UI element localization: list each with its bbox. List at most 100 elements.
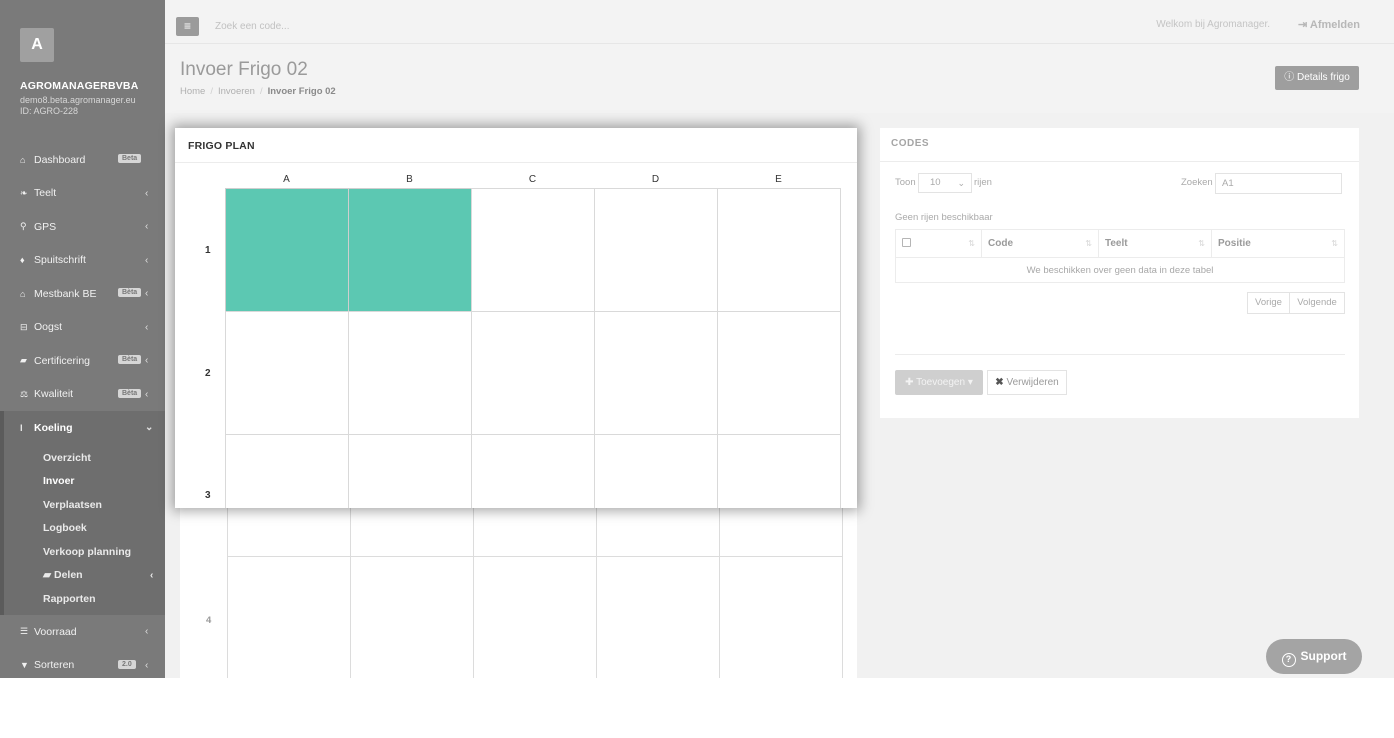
column-label-b: B — [406, 174, 413, 185]
avatar[interactable]: A — [20, 28, 54, 62]
breadcrumb-invoeren[interactable]: Invoeren — [218, 86, 255, 97]
filter-icon: ▼ — [20, 660, 29, 671]
column-header-label: Positie — [1218, 238, 1251, 249]
sort-icon: ⇅ — [1085, 239, 1092, 248]
chevron-left-icon: ‹ — [145, 626, 149, 637]
row-label-3: 3 — [205, 490, 211, 501]
frigo-cell-3c[interactable] — [471, 434, 595, 508]
submenu-item-verplaatsen[interactable]: Verplaatsen — [0, 494, 165, 518]
caret-down-icon: ▾ — [965, 377, 973, 388]
menu-toggle-button[interactable]: ≡ — [176, 17, 199, 36]
column-header-label: Code — [988, 238, 1013, 249]
frigo-cell-1b[interactable] — [348, 188, 472, 312]
submenu-item-invoer[interactable]: Invoer — [0, 470, 165, 494]
breadcrumb: Home / Invoeren / Invoer Frigo 02 — [180, 86, 336, 97]
frigo-cell-1e[interactable] — [717, 188, 841, 312]
support-button[interactable]: ? Support — [1266, 639, 1362, 674]
column-header-code[interactable]: Code ⇅ — [981, 229, 1099, 258]
info-icon: ⓘ — [1284, 72, 1297, 83]
frigo-plan-modal: FRIGO PLAN A B C D E 1 2 3 — [175, 128, 857, 508]
grid-line — [473, 508, 474, 678]
column-header-positie[interactable]: Positie ⇅ — [1211, 229, 1345, 258]
plus-icon: ✚ — [905, 377, 917, 388]
frigo-cell-2c[interactable] — [471, 311, 595, 435]
chevron-left-icon: ‹ — [145, 388, 149, 400]
select-all-checkbox[interactable] — [902, 237, 911, 247]
chevron-down-icon: ⌄ — [957, 178, 965, 188]
frigo-cell-3a[interactable] — [225, 434, 349, 508]
grid-line — [719, 508, 720, 678]
sidebar-item-gps[interactable]: ⚲ GPS ‹ — [0, 210, 165, 244]
divider — [880, 161, 1359, 162]
codes-search-input[interactable]: A1 — [1215, 173, 1342, 194]
frigo-cell-1d[interactable] — [594, 188, 718, 312]
column-header-label: Teelt — [1105, 238, 1128, 249]
add-button[interactable]: ✚ Toevoegen ▾ — [895, 370, 983, 395]
add-button-label: Toevoegen — [916, 377, 966, 388]
code-search-input[interactable]: Zoek een code... — [215, 21, 290, 32]
sidebar-item-dashboard[interactable]: ⌂ Dashboard Beta — [0, 143, 165, 177]
sidebar-item-oogst[interactable]: ⊟ Oogst ‹ — [0, 311, 165, 345]
page-size-select[interactable]: 10 ⌄ — [918, 173, 972, 193]
question-icon: ? — [1281, 653, 1296, 667]
frigo-cell-2d[interactable] — [594, 311, 718, 435]
frigo-cell-1c[interactable] — [471, 188, 595, 312]
close-icon: ✖ — [995, 377, 1007, 388]
sidebar-item-koeling[interactable]: ǀ Koeling ⌄ — [0, 411, 165, 445]
sidebar-item-teelt[interactable]: ❧ Teelt ‹ — [0, 177, 165, 211]
delete-button[interactable]: ✖ Verwijderen — [987, 370, 1067, 395]
column-header-teelt[interactable]: Teelt ⇅ — [1098, 229, 1212, 258]
sidebar-item-label: Koeling — [34, 421, 73, 434]
account-email: demo8.beta.agromanager.eu — [20, 95, 136, 105]
home-icon: ⌂ — [20, 154, 26, 165]
sidebar-item-spuitschrift[interactable]: ♦ Spuitschrift ‹ — [0, 244, 165, 278]
codes-title: CODES — [891, 138, 930, 149]
sidebar-item-label: Certificering — [34, 354, 91, 367]
details-frigo-button[interactable]: ⓘ Details frigo — [1275, 66, 1359, 90]
submenu-item-delen[interactable]: ▰ Delen ‹ — [0, 564, 165, 588]
submenu-item-overzicht[interactable]: Overzicht — [0, 447, 165, 471]
bank-icon: ⌂ — [20, 288, 26, 299]
chevron-left-icon: ‹ — [145, 254, 149, 266]
table-row: We beschikken over geen data in deze tab… — [895, 257, 1345, 283]
balance-icon: ⚖ — [20, 388, 29, 399]
sidebar-item-label: Teelt — [34, 187, 57, 200]
frigo-cell-3e[interactable] — [717, 434, 841, 508]
frigo-cell-3d[interactable] — [594, 434, 718, 508]
sidebar-item-label: Mestbank BE — [34, 287, 97, 300]
frigo-cell-3b[interactable] — [348, 434, 472, 508]
frigo-cell-2b[interactable] — [348, 311, 472, 435]
submenu-item-rapporten[interactable]: Rapporten — [0, 588, 165, 612]
breadcrumb-home[interactable]: Home — [180, 86, 205, 97]
sidebar-item-mestbank[interactable]: ⌂ Mestbank BE Bèta ‹ — [0, 277, 165, 311]
column-label-a: A — [283, 174, 290, 185]
chevron-left-icon: ‹ — [145, 288, 149, 299]
frigo-cell-2e[interactable] — [717, 311, 841, 435]
no-rows-text: Geen rijen beschikbaar — [895, 212, 993, 223]
sidebar-item-kwaliteit[interactable]: ⚖ Kwaliteit Bèta ‹ — [0, 378, 165, 412]
previous-page-button[interactable]: Vorige — [1247, 292, 1290, 314]
divider — [895, 354, 1345, 355]
book-icon: ▰ — [20, 355, 27, 366]
details-frigo-label: Details frigo — [1296, 72, 1350, 83]
beta-badge: Bèta — [118, 355, 142, 364]
chevron-down-icon: ⌄ — [145, 422, 154, 433]
logout-link[interactable]: ⇥ Afmelden — [1298, 18, 1360, 31]
sidebar-item-sorteren[interactable]: ▼ Sorteren 2.0 ‹ — [0, 649, 165, 679]
next-page-button[interactable]: Volgende — [1289, 292, 1345, 314]
submenu-item-logboek[interactable]: Logboek — [0, 517, 165, 541]
frigo-cell-2a[interactable] — [225, 311, 349, 435]
beta-badge: Beta — [118, 154, 142, 163]
select-all-header[interactable]: ⇅ — [895, 229, 982, 258]
table-header-row: ⇅ Code ⇅ Teelt ⇅ Positie ⇅ — [895, 229, 1345, 258]
sidebar-item-voorraad[interactable]: ☰ Voorraad ‹ — [0, 615, 165, 649]
sidebar-item-certificering[interactable]: ▰ Certificering Bèta ‹ — [0, 344, 165, 378]
frigo-cell-1a[interactable] — [225, 188, 349, 312]
account-id: ID: AGRO-228 — [20, 106, 79, 116]
beta-badge: Bèta — [118, 388, 142, 398]
grid-line — [350, 508, 351, 678]
page-title: Invoer Frigo 02 — [180, 59, 308, 80]
column-label-e: E — [775, 174, 782, 185]
support-label: Support — [1300, 649, 1347, 663]
submenu-item-verkoop-planning[interactable]: Verkoop planning — [0, 541, 165, 565]
